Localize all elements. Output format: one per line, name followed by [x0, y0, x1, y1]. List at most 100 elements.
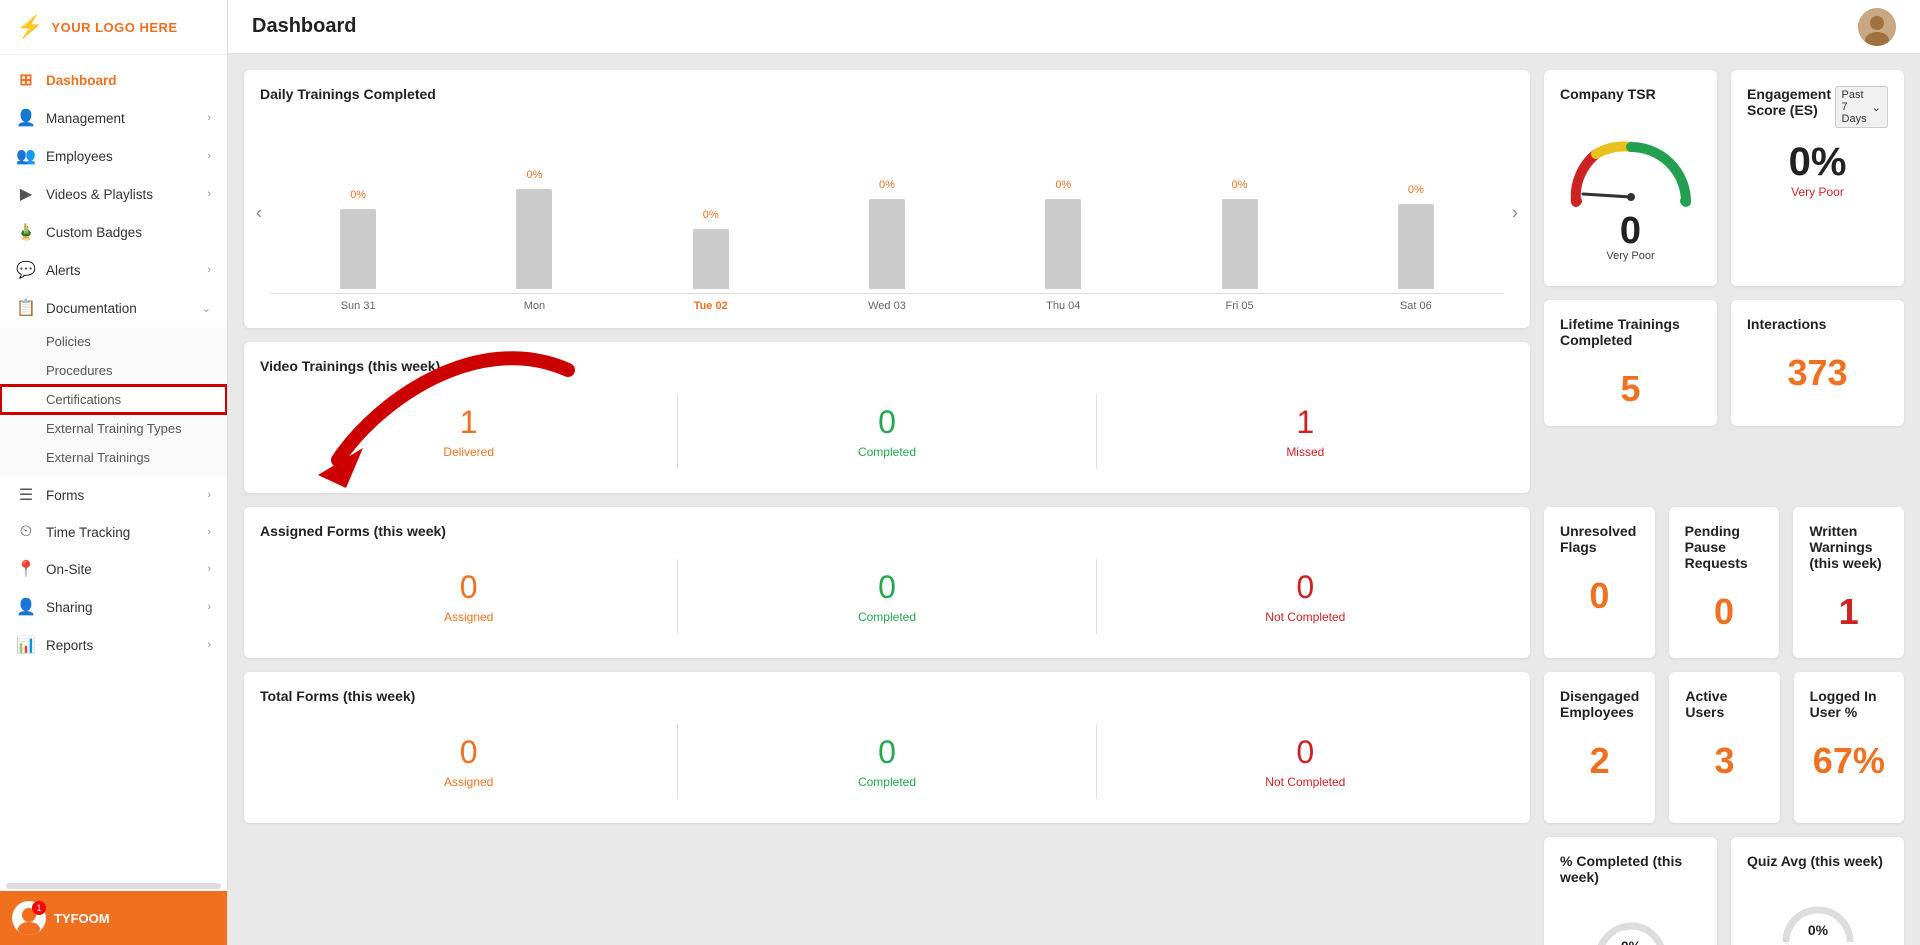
- written-warnings-card: Written Warnings (this week) 1: [1793, 507, 1904, 658]
- quiz-avg-card: Quiz Avg (this week) 0%: [1731, 837, 1904, 945]
- chart-area: ‹ 0% 0% 0% 0%: [260, 114, 1514, 312]
- management-arrow: ›: [207, 112, 211, 124]
- bar-mon: [516, 189, 552, 289]
- chart-label-mon: Mon: [446, 300, 622, 312]
- chart-label-thu04: Thu 04: [975, 300, 1151, 312]
- sidebar-sub-certifications[interactable]: Certifications: [0, 385, 227, 414]
- sidebar-item-time-tracking[interactable]: ⏲ Time Tracking ›: [0, 514, 227, 550]
- quiz-gauge-svg: 0%: [1778, 897, 1858, 945]
- forms-completed-value: 0: [678, 569, 1095, 606]
- topbar: Dashboard: [228, 0, 1920, 54]
- sidebar-item-on-site[interactable]: 📍 On-Site ›: [0, 550, 227, 588]
- sidebar-item-dashboard[interactable]: ⊞ Dashboard: [0, 61, 227, 99]
- company-tsr-card: Company TSR: [1544, 70, 1717, 286]
- sidebar-item-employees[interactable]: 👥 Employees ›: [0, 137, 227, 175]
- sidebar-item-videos[interactable]: ▶ Videos & Playlists ›: [0, 175, 227, 213]
- sidebar-label-time-tracking: Time Tracking: [46, 525, 130, 540]
- assigned-forms-card: Assigned Forms (this week) 0 Assigned 0 …: [244, 507, 1530, 658]
- chart-pct-sun31: 0%: [350, 189, 366, 201]
- logged-in-pct-title: Logged In User %: [1810, 688, 1888, 720]
- logged-in-pct-value: 67%: [1810, 740, 1888, 782]
- es-dropdown-label: Past 7 Days: [1842, 89, 1869, 125]
- es-dropdown[interactable]: Past 7 Days ⌄: [1835, 86, 1888, 128]
- chart-label-tue02: Tue 02: [623, 300, 799, 312]
- assigned-forms-title: Assigned Forms (this week): [260, 523, 1514, 539]
- forms-not-completed: 0 Not Completed: [1097, 559, 1514, 634]
- sidebar-label-employees: Employees: [46, 149, 113, 164]
- sidebar-item-documentation[interactable]: 📋 Documentation ⌄: [0, 289, 227, 327]
- video-trainings-card: Video Trainings (this week) 1 Delivered …: [244, 342, 1530, 493]
- reports-icon: 📊: [16, 635, 36, 655]
- chart-label-sun31: Sun 31: [270, 300, 446, 312]
- sidebar-sub-external-training-types[interactable]: External Training Types: [0, 414, 227, 443]
- chart-bar-mon: 0%: [446, 169, 622, 289]
- pending-pause-title: Pending Pause Requests: [1685, 523, 1764, 571]
- logo-area[interactable]: ⚡ YOUR LOGO HERE: [0, 0, 227, 55]
- reports-arrow: ›: [207, 639, 211, 651]
- sharing-icon: 👤: [16, 597, 36, 617]
- tsr-score-center: 0 Very Poor: [1606, 212, 1654, 262]
- badges-icon: 🎍: [16, 222, 36, 242]
- pct-gauge-svg: 0%: [1591, 913, 1671, 945]
- sidebar-sub-external-trainings[interactable]: External Trainings: [0, 443, 227, 472]
- sidebar-item-management[interactable]: 👤 Management ›: [0, 99, 227, 137]
- notification-badge: 1: [32, 901, 46, 915]
- sidebar-user-bar[interactable]: 1 TYFOOM: [0, 891, 227, 945]
- active-users-title: Active Users: [1685, 688, 1763, 720]
- company-tsr-title: Company TSR: [1560, 86, 1701, 102]
- documentation-icon: 📋: [16, 298, 36, 318]
- alerts-icon: 💬: [16, 260, 36, 280]
- engagement-label: Very Poor: [1747, 185, 1888, 199]
- sidebar-item-reports[interactable]: 📊 Reports ›: [0, 626, 227, 664]
- chart-pct-mon: 0%: [526, 169, 542, 181]
- sidebar-item-sharing[interactable]: 👤 Sharing ›: [0, 588, 227, 626]
- chart-bar-tue02: 0%: [623, 209, 799, 289]
- sidebar-item-forms[interactable]: ☰ Forms ›: [0, 476, 227, 514]
- written-warnings-value: 1: [1809, 591, 1888, 633]
- disengaged-employees-card: Disengaged Employees 2: [1544, 672, 1655, 823]
- lifetime-trainings-card: Lifetime Trainings Completed 5: [1544, 300, 1717, 426]
- gauge-svg: [1561, 122, 1701, 212]
- chart-prev-button[interactable]: ‹: [252, 199, 266, 228]
- sidebar-item-alerts[interactable]: 💬 Alerts ›: [0, 251, 227, 289]
- sidebar-item-custom-badges[interactable]: 🎍 Custom Badges: [0, 213, 227, 251]
- gauge-container: 0 Very Poor: [1560, 114, 1701, 270]
- total-assigned: 0 Assigned: [260, 724, 677, 799]
- video-metrics-row: 1 Delivered 0 Completed 1 Missed: [260, 386, 1514, 477]
- sidebar-sub-policies[interactable]: Policies: [0, 327, 227, 356]
- engagement-score-title: Engagement Score (ES): [1747, 86, 1835, 118]
- logo-text: YOUR LOGO HERE: [51, 20, 177, 35]
- total-not-completed-label: Not Completed: [1097, 775, 1514, 789]
- documentation-submenu: Policies Procedures Certifications Exter…: [0, 327, 227, 476]
- daily-trainings-card: Daily Trainings Completed ‹ 0% 0% 0%: [244, 70, 1530, 328]
- on-site-arrow: ›: [207, 563, 211, 575]
- sidebar-sub-procedures[interactable]: Procedures: [0, 356, 227, 385]
- chart-bar-fri05: 0%: [1151, 179, 1327, 289]
- user-avatar-wrapper: 1: [12, 901, 46, 935]
- dashboard-icon: ⊞: [16, 70, 36, 90]
- sidebar-label-dashboard: Dashboard: [46, 73, 117, 88]
- video-missed-label: Missed: [1097, 445, 1514, 459]
- topbar-avatar[interactable]: [1858, 8, 1896, 46]
- quiz-gauge-area: 0%: [1747, 889, 1888, 945]
- video-delivered: 1 Delivered: [260, 394, 677, 469]
- svg-text:0%: 0%: [1620, 938, 1641, 945]
- active-users-card: Active Users 3: [1669, 672, 1779, 823]
- pct-completed-card: % Completed (this week) 0%: [1544, 837, 1717, 945]
- main-wrapper: Dashboard Daily Trainings Completed ‹ 0%: [228, 0, 1920, 945]
- total-not-completed-value: 0: [1097, 734, 1514, 771]
- total-forms-metrics-row: 0 Assigned 0 Completed 0 Not Completed: [260, 716, 1514, 807]
- forms-completed-label: Completed: [678, 610, 1095, 624]
- unresolved-flags-title: Unresolved Flags: [1560, 523, 1639, 555]
- chart-pct-sat06: 0%: [1408, 184, 1424, 196]
- forms-assigned: 0 Assigned: [260, 559, 677, 634]
- engagement-score-card: Engagement Score (ES) Past 7 Days ⌄ 0% V…: [1731, 70, 1904, 286]
- interactions-card: Interactions 373: [1731, 300, 1904, 426]
- chart-bar-sun31: 0%: [270, 189, 446, 289]
- tsr-label: Very Poor: [1606, 250, 1654, 262]
- sidebar: ⚡ YOUR LOGO HERE ⊞ Dashboard 👤 Managemen…: [0, 0, 228, 945]
- disengaged-value: 2: [1560, 740, 1639, 782]
- chart-bar-thu04: 0%: [975, 179, 1151, 289]
- chart-bar-sat06: 0%: [1328, 184, 1504, 289]
- chart-next-button[interactable]: ›: [1508, 199, 1522, 228]
